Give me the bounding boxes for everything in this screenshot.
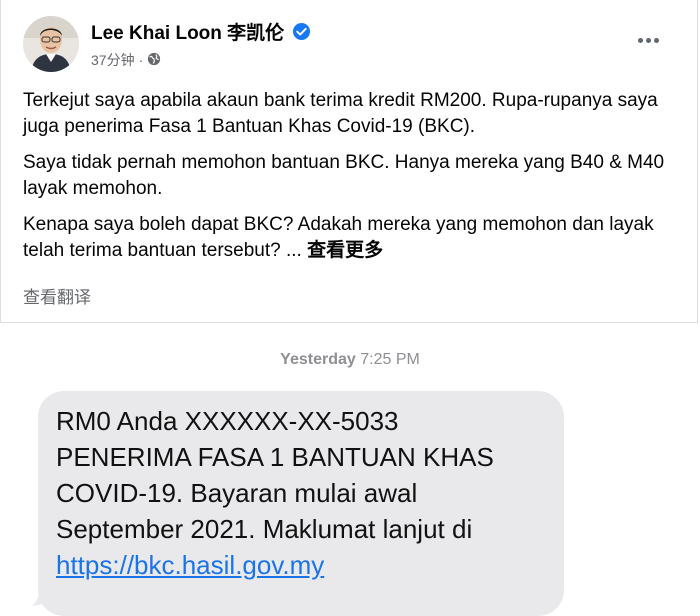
- sms-line-4: September 2021. Maklumat lanjut di: [56, 514, 473, 544]
- post-paragraph-1: Terkejut saya apabila akaun bank terima …: [23, 90, 658, 137]
- post-paragraph-2: Saya tidak pernah memohon bantuan BKC. H…: [23, 152, 665, 199]
- avatar[interactable]: [23, 16, 79, 72]
- post-author[interactable]: Lee Khai Loon 李凯伦: [91, 18, 311, 45]
- verified-badge-icon: [292, 22, 311, 41]
- sms-time: 7:25 PM: [360, 351, 420, 368]
- author-name[interactable]: Lee Khai Loon 李凯伦: [91, 18, 284, 45]
- sms-day: Yesterday: [280, 351, 356, 368]
- post-meta: 37分钟 ·: [91, 50, 161, 70]
- sms-line-1: RM0 Anda XXXXXX-XX-5033: [56, 406, 399, 436]
- facebook-post: Lee Khai Loon 李凯伦 37分钟 · Terkejut saya a…: [0, 0, 698, 323]
- sms-screenshot: Yesterday 7:25 PM RM0 Anda XXXXXX-XX-503…: [0, 323, 700, 616]
- post-timestamp[interactable]: 37分钟: [91, 50, 135, 70]
- meta-separator: ·: [138, 52, 144, 68]
- sms-link[interactable]: https://bkc.hasil.gov.my: [56, 547, 556, 583]
- sms-message-text: RM0 Anda XXXXXX-XX-5033 PENERIMA FASA 1 …: [56, 403, 556, 583]
- sms-line-3: COVID-19. Bayaran mulai awal: [56, 478, 418, 508]
- post-paragraph-3: Kenapa saya boleh dapat BKC? Adakah mere…: [23, 212, 683, 264]
- post-body: Terkejut saya apabila akaun bank terima …: [23, 88, 683, 274]
- sms-line-2: PENERIMA FASA 1 BANTUAN KHAS: [56, 442, 494, 472]
- see-more-link[interactable]: 查看更多: [307, 240, 383, 261]
- globe-icon[interactable]: [147, 52, 161, 69]
- sms-timestamp: Yesterday 7:25 PM: [0, 351, 700, 369]
- more-options-icon[interactable]: [633, 30, 663, 50]
- see-translation-link[interactable]: 查看翻译: [23, 283, 91, 308]
